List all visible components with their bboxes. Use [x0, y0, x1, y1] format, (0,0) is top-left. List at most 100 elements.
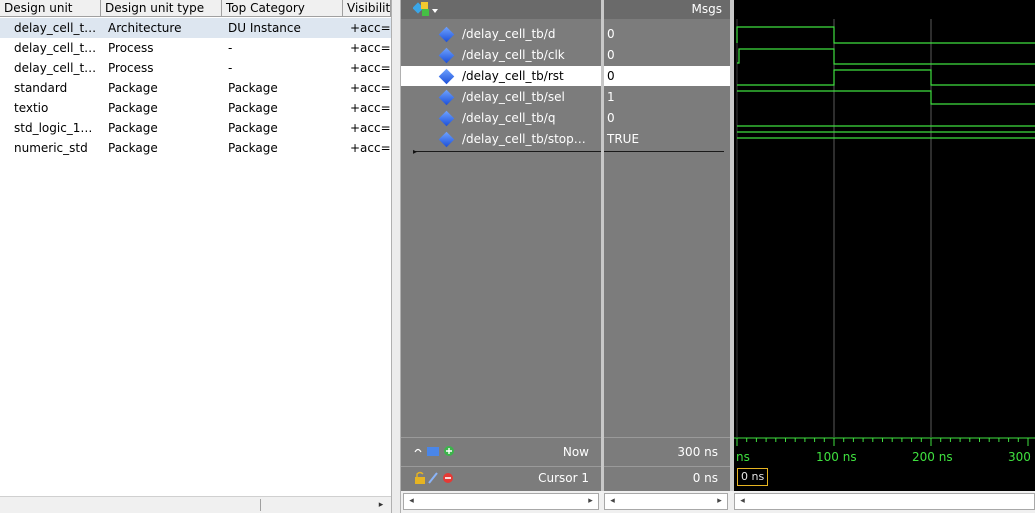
signal-row[interactable]: /delay_cell_tb/d	[401, 24, 601, 44]
cell-visibility: +acc=	[350, 61, 391, 75]
signal-row[interactable]: /delay_cell_tb/clk	[401, 45, 601, 65]
signal-name: /delay_cell_tb/q	[462, 111, 556, 125]
waves-scrollbar[interactable]: ◂	[734, 493, 1035, 510]
ruler-label: ns	[736, 450, 750, 464]
cell-category: Package	[228, 81, 278, 95]
cell-visibility: +acc=	[350, 141, 391, 155]
library-header: Design unit Design unit type Top Categor…	[0, 0, 391, 17]
col-design-unit-type[interactable]: Design unit type	[101, 0, 222, 17]
waveform-pane[interactable]	[734, 0, 1035, 437]
scroll-left-arrow-icon[interactable]: ◂	[404, 494, 419, 509]
insertion-arrow-icon: ▸	[413, 147, 418, 156]
table-row[interactable]: numeric_std Package Package +acc=	[0, 138, 391, 158]
signal-name: /delay_cell_tb/d	[462, 27, 556, 41]
ruler-label: 200 ns	[912, 450, 953, 464]
signal-value: 0	[607, 111, 615, 125]
ruler-ticks	[734, 437, 1035, 446]
signal-diamond-icon	[438, 131, 455, 148]
cell-type: Package	[108, 121, 158, 135]
table-row[interactable]: delay_cell_t… Architecture DU Instance +…	[0, 18, 391, 38]
cell-visibility: +acc=	[350, 101, 391, 115]
scroll-left-arrow-icon[interactable]: ◂	[605, 494, 620, 509]
insertion-line	[604, 151, 724, 152]
now-label: Now	[562, 445, 589, 459]
cursor-label: Cursor 1	[538, 471, 589, 485]
wave-rst	[737, 69, 1035, 86]
scroll-left-arrow-icon[interactable]: ◂	[735, 494, 750, 509]
table-row[interactable]: delay_cell_t… Process - +acc=	[0, 38, 391, 58]
signal-diamond-icon	[438, 68, 455, 85]
signal-diamond-icon	[438, 89, 455, 106]
signal-value: 0	[607, 48, 615, 62]
table-row[interactable]: standard Package Package +acc=	[0, 78, 391, 98]
signal-name: /delay_cell_tb/sel	[462, 90, 565, 104]
signal-diamond-icon	[438, 110, 455, 127]
cell-type: Package	[108, 81, 158, 95]
cell-visibility: +acc=	[350, 81, 391, 95]
cell-category: -	[228, 61, 233, 75]
waveform-canvas	[736, 19, 1035, 437]
cell-category: DU Instance	[228, 21, 301, 35]
cell-unit: delay_cell_t…	[14, 21, 97, 35]
values-header: Msgs	[604, 0, 730, 19]
wave-d	[736, 26, 1035, 44]
ruler-label: 300	[1008, 450, 1031, 464]
wave-sel	[737, 90, 1035, 105]
now-value-cell: 300 ns	[604, 437, 730, 466]
cell-type: Process	[108, 61, 154, 75]
scroll-right-arrow-icon[interactable]: ▸	[583, 494, 598, 509]
scroll-divider	[260, 499, 261, 511]
cursor-tools-icon[interactable]	[413, 471, 459, 485]
signal-name: /delay_cell_tb/clk	[462, 48, 565, 62]
wave-tools-icon[interactable]	[413, 1, 439, 17]
cursor-marker[interactable]: 0 ns	[737, 468, 769, 486]
now-row: Now	[401, 437, 601, 466]
cell-unit: numeric_std	[14, 141, 88, 155]
cell-unit: delay_cell_t…	[14, 61, 97, 75]
cell-unit: standard	[14, 81, 68, 95]
cell-unit: delay_cell_t…	[14, 41, 97, 55]
col-top-category[interactable]: Top Category	[222, 0, 343, 17]
library-pane: Design unit Design unit type Top Categor…	[0, 0, 391, 513]
ruler-label: 100 ns	[816, 450, 857, 464]
table-row[interactable]: std_logic_1… Package Package +acc=	[0, 118, 391, 138]
wave-scrollbars: ◂ ▸ ◂ ▸ ◂	[401, 491, 1035, 513]
signal-value: TRUE	[607, 132, 640, 146]
signal-value: 1	[607, 90, 615, 104]
cursor-value-cell: 0 ns	[604, 466, 730, 491]
scroll-right-arrow-icon[interactable]: ▸	[712, 494, 727, 509]
table-row[interactable]: textio Package Package +acc=	[0, 98, 391, 118]
cell-type: Process	[108, 41, 154, 55]
cell-visibility: +acc=	[350, 41, 391, 55]
signal-row[interactable]: /delay_cell_tb/stop…	[401, 129, 601, 149]
pane-splitter[interactable]	[391, 0, 401, 513]
cell-type: Package	[108, 141, 158, 155]
signal-names-pane: /delay_cell_tb/d /delay_cell_tb/clk /del…	[401, 0, 601, 437]
cell-category: Package	[228, 101, 278, 115]
signal-diamond-icon	[438, 26, 455, 43]
signal-name: /delay_cell_tb/rst	[462, 69, 564, 83]
names-scrollbar[interactable]: ◂ ▸	[403, 493, 599, 510]
time-ruler[interactable]: ns 100 ns 200 ns 300	[734, 437, 1035, 466]
add-cursor-icon[interactable]	[413, 444, 459, 458]
col-design-unit[interactable]: Design unit	[0, 0, 101, 17]
cursor-value: 0 ns	[692, 471, 718, 485]
signal-row-selected[interactable]: /delay_cell_tb/rst	[401, 66, 601, 86]
table-row[interactable]: delay_cell_t… Process - +acc=	[0, 58, 391, 78]
cell-category: -	[228, 41, 233, 55]
cursor-lane[interactable]: 0 ns	[734, 466, 1035, 491]
values-scrollbar[interactable]: ◂ ▸	[604, 493, 728, 510]
signal-row[interactable]: /delay_cell_tb/q	[401, 108, 601, 128]
cell-type: Package	[108, 101, 158, 115]
col-visibility[interactable]: Visibilit	[343, 0, 391, 17]
scroll-right-arrow-icon[interactable]: ▸	[374, 499, 388, 512]
cell-category: Package	[228, 121, 278, 135]
cell-visibility: +acc=	[350, 121, 391, 135]
now-value: 300 ns	[677, 445, 718, 459]
cell-unit: std_logic_1…	[14, 121, 93, 135]
cell-type: Architecture	[108, 21, 182, 35]
signal-row[interactable]: /delay_cell_tb/sel	[401, 87, 601, 107]
cell-category: Package	[228, 141, 278, 155]
cursor-row: Cursor 1	[401, 466, 601, 491]
horizontal-scrollbar[interactable]: ▸	[0, 496, 391, 513]
